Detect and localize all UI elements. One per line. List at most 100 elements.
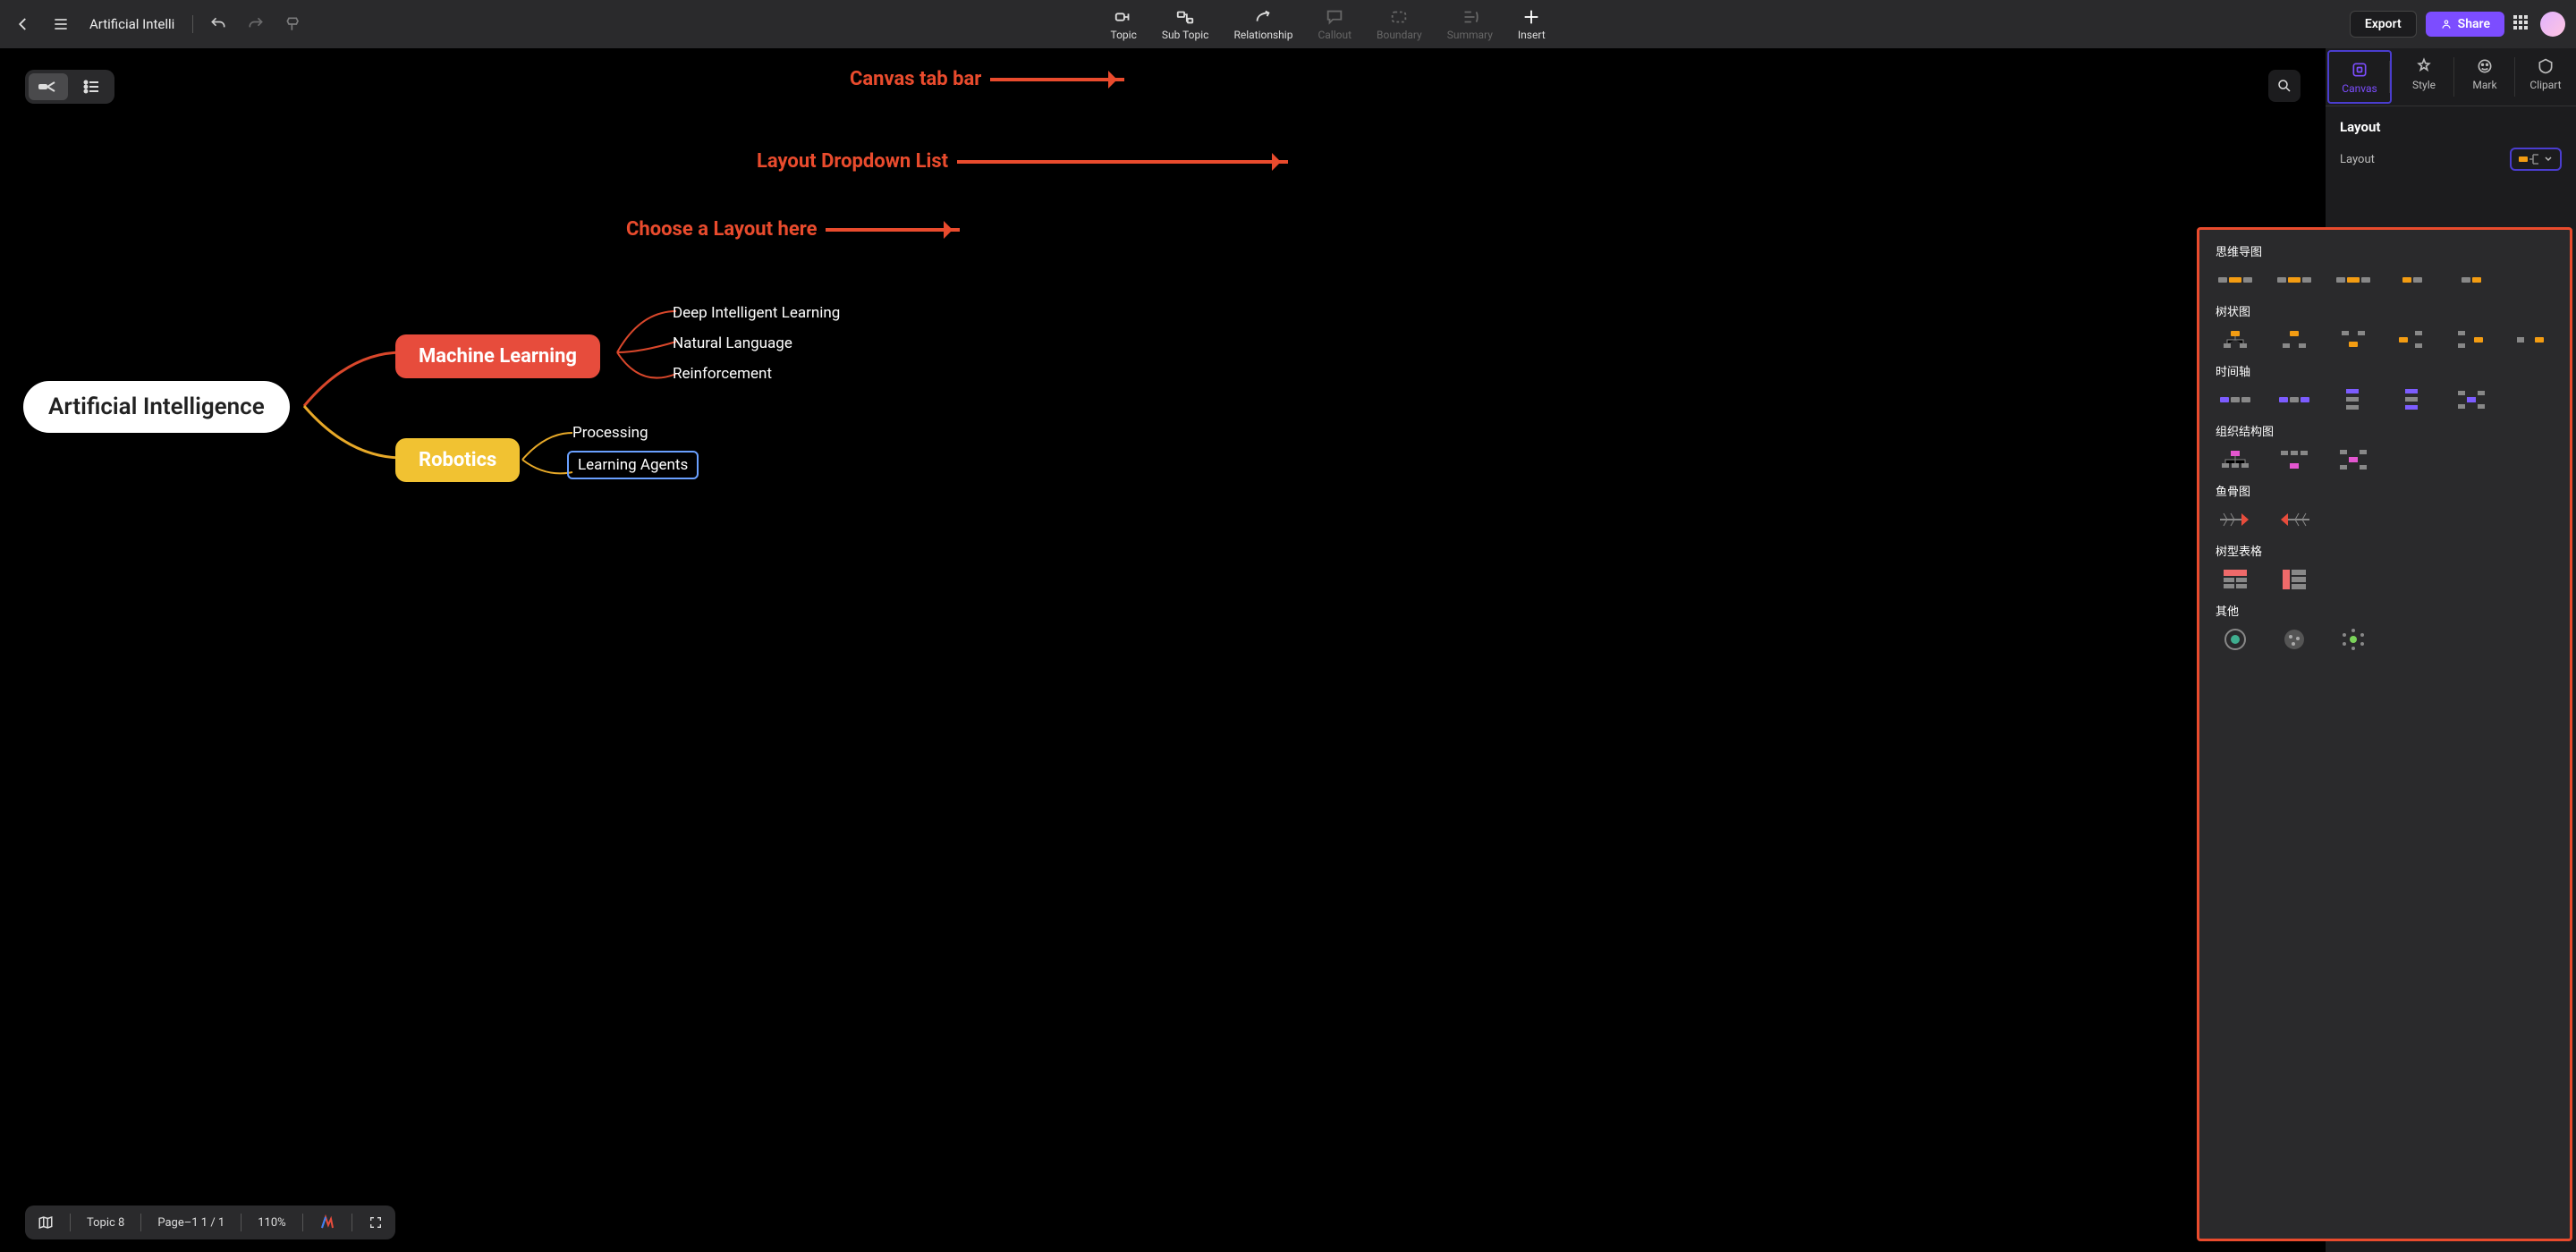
layout-option[interactable] [2452,386,2491,413]
leaf-deep-learning[interactable]: Deep Intelligent Learning [673,304,840,322]
tab-style[interactable]: Style [2394,48,2454,106]
layout-group-title: 树型表格 [2216,542,2554,559]
layout-option[interactable] [2275,266,2314,293]
layout-option[interactable] [2393,386,2432,413]
boundary-tool: Boundary [1377,7,1422,41]
theme-icon[interactable] [319,1214,335,1231]
insert-tool[interactable]: Insert [1518,7,1546,41]
share-label: Share [2458,17,2490,31]
view-outline-icon[interactable] [72,73,111,100]
layout-option[interactable] [2216,386,2255,413]
right-panel-tabs: Canvas Style Mark Clipart [2326,48,2576,106]
separator [192,15,193,33]
annotation-canvas-tab: Canvas tab bar [850,68,1124,90]
view-mindmap-icon[interactable] [29,73,68,100]
layout-option[interactable] [2275,566,2314,593]
document-title[interactable]: Artificial Intelli [89,16,174,32]
canvas-area[interactable]: Artificial Intelligence Machine Learning… [0,48,2576,1252]
arrow-icon [957,160,1288,164]
callout-label: Callout [1318,29,1352,41]
node-robotics[interactable]: Robotics [395,438,520,482]
layout-option[interactable] [2334,386,2373,413]
map-icon[interactable] [38,1214,54,1231]
apps-grid-icon[interactable] [2513,15,2531,33]
layout-option[interactable] [2216,626,2255,653]
subtopic-tool[interactable]: Sub Topic [1162,7,1209,41]
layout-option[interactable] [2275,326,2314,353]
annotation-text: Canvas tab bar [850,68,981,90]
layout-option[interactable] [2216,446,2255,473]
callout-tool: Callout [1318,7,1352,41]
topic-label: Topic [1110,29,1136,41]
annotation-text: Choose a Layout here [626,218,817,241]
tab-label: Style [2412,79,2436,91]
layout-option[interactable] [2334,626,2373,653]
layout-dropdown[interactable] [2510,148,2562,171]
layout-option[interactable] [2452,326,2491,353]
fullscreen-icon[interactable] [369,1215,383,1230]
boundary-label: Boundary [1377,29,1422,41]
layout-group-title: 鱼骨图 [2216,482,2554,499]
layout-option[interactable] [2216,506,2255,533]
layout-option[interactable] [2452,266,2491,293]
status-page[interactable]: Page–1 1 / 1 [157,1216,225,1230]
relationship-tool[interactable]: Relationship [1233,7,1292,41]
leaf-reinforcement[interactable]: Reinforcement [673,365,772,383]
status-topic[interactable]: Topic 8 [87,1216,124,1230]
layout-option[interactable] [2393,266,2432,293]
topbar-right: Export Share [2350,11,2565,38]
layout-group-title: 树状图 [2216,302,2554,319]
annotation-text: Layout Dropdown List [757,150,948,173]
summary-tool: Summary [1447,7,1493,41]
layout-popover: 思维导图 树状图 时间轴 [2197,227,2572,1241]
topbar-center: Topic Sub Topic Relationship Callout Bou… [311,7,2344,41]
chevron-down-icon [2544,155,2553,164]
view-toggle [25,70,114,104]
menu-icon[interactable] [48,12,73,37]
layout-option[interactable] [2334,266,2373,293]
share-button[interactable]: Share [2426,12,2504,37]
tab-mark[interactable]: Mark [2454,48,2515,106]
layout-option[interactable] [2334,326,2373,353]
layout-option[interactable] [2275,446,2314,473]
undo-icon[interactable] [206,12,231,37]
format-painter-icon[interactable] [281,12,306,37]
layout-option[interactable] [2216,566,2255,593]
export-button[interactable]: Export [2350,11,2417,38]
layout-group-title: 时间轴 [2216,362,2554,379]
leaf-natural-language[interactable]: Natural Language [673,334,792,352]
topbar-left: Artificial Intelli [11,12,306,37]
layout-option[interactable] [2216,326,2255,353]
search-button[interactable] [2268,70,2301,102]
back-icon[interactable] [11,12,36,37]
tab-label: Clipart [2529,79,2561,91]
section-title-layout: Layout [2326,106,2576,142]
arrow-icon [990,78,1124,81]
relationship-label: Relationship [1233,29,1292,41]
layout-option[interactable] [2216,266,2255,293]
layout-option[interactable] [2511,326,2550,353]
annotation-layout-dropdown: Layout Dropdown List [757,150,1288,173]
topic-tool[interactable]: Topic [1110,7,1136,41]
redo-icon[interactable] [243,12,268,37]
tab-label: Mark [2472,79,2496,91]
leaf-learning-agents-selected[interactable]: Learning Agents [567,451,699,479]
layout-option[interactable] [2393,326,2432,353]
layout-preview-icon [2519,153,2538,165]
user-avatar[interactable] [2540,12,2565,37]
status-zoom[interactable]: 110% [258,1216,285,1230]
layout-option[interactable] [2275,626,2314,653]
summary-label: Summary [1447,29,1493,41]
leaf-processing[interactable]: Processing [572,424,648,442]
node-machine-learning[interactable]: Machine Learning [395,334,600,378]
subtopic-label: Sub Topic [1162,29,1209,41]
layout-option[interactable] [2334,446,2373,473]
tab-clipart[interactable]: Clipart [2515,48,2576,106]
node-root[interactable]: Artificial Intelligence [23,381,290,433]
layout-option[interactable] [2275,386,2314,413]
tab-canvas[interactable]: Canvas [2327,50,2392,104]
tab-label: Canvas [2342,82,2377,95]
annotation-choose-layout: Choose a Layout here [626,218,960,241]
insert-label: Insert [1518,29,1546,41]
layout-option[interactable] [2275,506,2314,533]
